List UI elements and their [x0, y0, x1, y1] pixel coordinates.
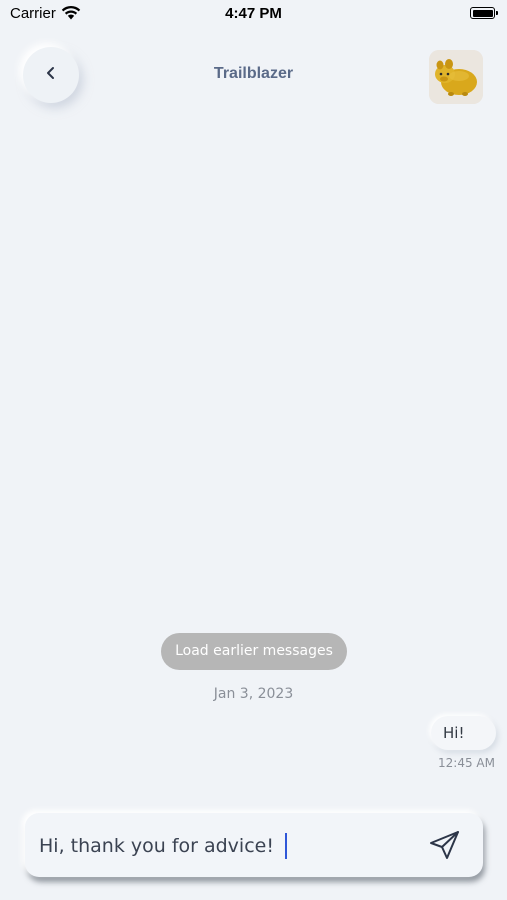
chat-header: Trailblazer [0, 40, 507, 112]
message-timestamp: 12:45 AM [438, 756, 495, 770]
load-earlier-messages-button[interactable]: Load earlier messages [161, 633, 347, 670]
status-bar: Carrier 4:47 PM [0, 0, 507, 28]
message-input[interactable] [37, 829, 421, 863]
battery-icon [470, 7, 498, 19]
text-cursor [285, 833, 287, 859]
message-composer [25, 813, 483, 877]
pet-avatar[interactable] [429, 50, 483, 104]
send-button[interactable] [428, 828, 462, 862]
clock: 4:47 PM [225, 5, 282, 22]
outgoing-message-bubble[interactable]: Hi! [431, 716, 496, 750]
send-icon [428, 831, 462, 866]
date-separator: Jan 3, 2023 [213, 686, 294, 702]
